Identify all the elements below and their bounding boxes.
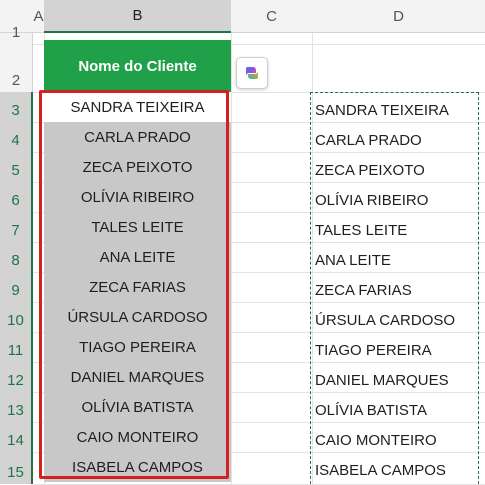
row-number: 9: [11, 282, 20, 299]
row-header-12[interactable]: 12: [0, 362, 33, 392]
selection-border: [39, 90, 229, 479]
gridline: [231, 33, 232, 484]
row-number: 4: [11, 132, 20, 149]
copy-marquee: [310, 92, 479, 484]
row-number: 13: [7, 402, 24, 419]
row-number: 12: [7, 372, 24, 389]
row-header-10[interactable]: 10: [0, 302, 33, 332]
row-header-2[interactable]: 2: [0, 44, 33, 92]
row-number: 15: [7, 464, 24, 481]
row-header-11[interactable]: 11: [0, 332, 33, 362]
row-header-13[interactable]: 13: [0, 392, 33, 422]
row-number: 8: [11, 252, 20, 269]
column-a-label: A: [33, 7, 44, 25]
row-header-5[interactable]: 5: [0, 152, 33, 182]
column-c-label: C: [266, 7, 277, 25]
column-b-label: B: [132, 7, 143, 24]
row-number: 10: [7, 312, 24, 329]
row-header-3[interactable]: 3: [0, 92, 33, 122]
header-cell-nome-do-cliente[interactable]: Nome do Cliente: [44, 40, 231, 92]
row-number: 3: [11, 102, 20, 119]
row-header-8[interactable]: 8: [0, 242, 33, 272]
column-header-a[interactable]: A: [33, 0, 44, 33]
row-header-15[interactable]: 15: [0, 452, 33, 484]
copilot-button[interactable]: [236, 57, 268, 89]
row-header-4[interactable]: 4: [0, 122, 33, 152]
row-header-1[interactable]: 1: [0, 24, 33, 44]
column-header-b[interactable]: B: [44, 0, 231, 33]
row-number: 2: [11, 72, 21, 89]
row-number: 11: [7, 342, 24, 359]
row-header-6[interactable]: 6: [0, 182, 33, 212]
row-number: 7: [11, 222, 20, 239]
column-header-d[interactable]: D: [312, 0, 485, 33]
row-number: 5: [11, 162, 20, 179]
row-number: 1: [11, 24, 21, 41]
row-number: 14: [7, 432, 24, 449]
row-number: 6: [11, 192, 20, 209]
column-d-label: D: [393, 7, 404, 25]
copilot-icon: [245, 67, 259, 79]
row-header-14[interactable]: 14: [0, 422, 33, 452]
row-header-9[interactable]: 9: [0, 272, 33, 302]
row-header-7[interactable]: 7: [0, 212, 33, 242]
column-header-c[interactable]: C: [231, 0, 312, 33]
